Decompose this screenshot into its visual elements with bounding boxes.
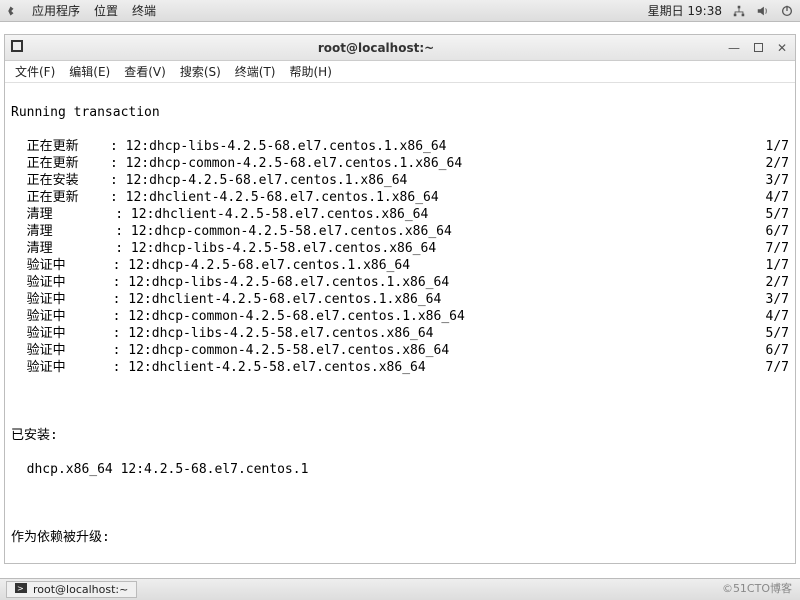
menu-search[interactable]: 搜索(S) [180,63,221,80]
panel-menu-terminal[interactable]: 终端 [132,2,156,19]
power-icon[interactable] [780,4,794,18]
panel-menu-applications[interactable]: 应用程序 [32,2,80,19]
terminal-icon: > [15,583,27,596]
menu-edit[interactable]: 编辑(E) [69,63,110,80]
term-line: 验证中 : 12:dhcp-libs-4.2.5-68.el7.centos.1… [11,274,789,291]
taskbar-item-label: root@localhost:~ [33,583,128,596]
term-line: 正在更新 : 12:dhcp-common-4.2.5-68.el7.cento… [11,155,789,172]
menu-terminal[interactable]: 终端(T) [235,63,276,80]
term-line: dhcp.x86_64 12:4.2.5-68.el7.centos.1 [11,461,789,478]
terminal-menubar: 文件(F) 编辑(E) 查看(V) 搜索(S) 终端(T) 帮助(H) [5,61,795,83]
volume-icon[interactable] [756,4,770,18]
menu-view[interactable]: 查看(V) [124,63,166,80]
app-icon [11,40,25,55]
term-line: 清理 : 12:dhcp-common-4.2.5-58.el7.centos.… [11,223,789,240]
term-line: 正在更新 : 12:dhcp-libs-4.2.5-68.el7.centos.… [11,138,789,155]
taskbar-item-terminal[interactable]: > root@localhost:~ [6,581,137,598]
term-line: 验证中 : 12:dhclient-4.2.5-58.el7.centos.x8… [11,359,789,376]
menu-file[interactable]: 文件(F) [15,63,55,80]
term-line [11,495,789,512]
term-line: Running transaction [11,104,789,121]
term-line: 验证中 : 12:dhcp-libs-4.2.5-58.el7.centos.x… [11,325,789,342]
term-line: 作为依赖被升级: [11,529,789,546]
term-line: 验证中 : 12:dhcp-4.2.5-68.el7.centos.1.x86_… [11,257,789,274]
gnome-bottom-panel: > root@localhost:~ ©51CTO博客 [0,578,800,600]
maximize-button[interactable] [751,41,765,55]
term-line: 验证中 : 12:dhcp-common-4.2.5-68.el7.centos… [11,308,789,325]
network-icon[interactable] [732,4,746,18]
term-line: 清理 : 12:dhcp-libs-4.2.5-58.el7.centos.x8… [11,240,789,257]
svg-text:>: > [17,584,24,593]
panel-menu-places[interactable]: 位置 [94,2,118,19]
window-title: root@localhost:~ [25,41,727,55]
term-line: 验证中 : 12:dhclient-4.2.5-68.el7.centos.1.… [11,291,789,308]
panel-clock[interactable]: 星期日 19:38 [648,2,722,19]
close-button[interactable]: ✕ [775,41,789,55]
term-line: 验证中 : 12:dhcp-common-4.2.5-58.el7.centos… [11,342,789,359]
window-titlebar[interactable]: root@localhost:~ — ✕ [5,35,795,61]
watermark: ©51CTO博客 [722,580,792,596]
terminal-output[interactable]: Running transaction 正在更新 : 12:dhcp-libs-… [5,83,795,563]
term-line: 正在安装 : 12:dhcp-4.2.5-68.el7.centos.1.x86… [11,172,789,189]
minimize-button[interactable]: — [727,41,741,55]
term-line: 正在更新 : 12:dhclient-4.2.5-68.el7.centos.1… [11,189,789,206]
term-line: 已安装: [11,427,789,444]
terminal-window: root@localhost:~ — ✕ 文件(F) 编辑(E) 查看(V) 搜… [4,34,796,564]
gnome-top-panel: 应用程序 位置 终端 星期日 19:38 [0,0,800,22]
activities-icon[interactable] [6,5,18,17]
term-line: 清理 : 12:dhclient-4.2.5-58.el7.centos.x86… [11,206,789,223]
term-line [11,393,789,410]
menu-help[interactable]: 帮助(H) [290,63,332,80]
